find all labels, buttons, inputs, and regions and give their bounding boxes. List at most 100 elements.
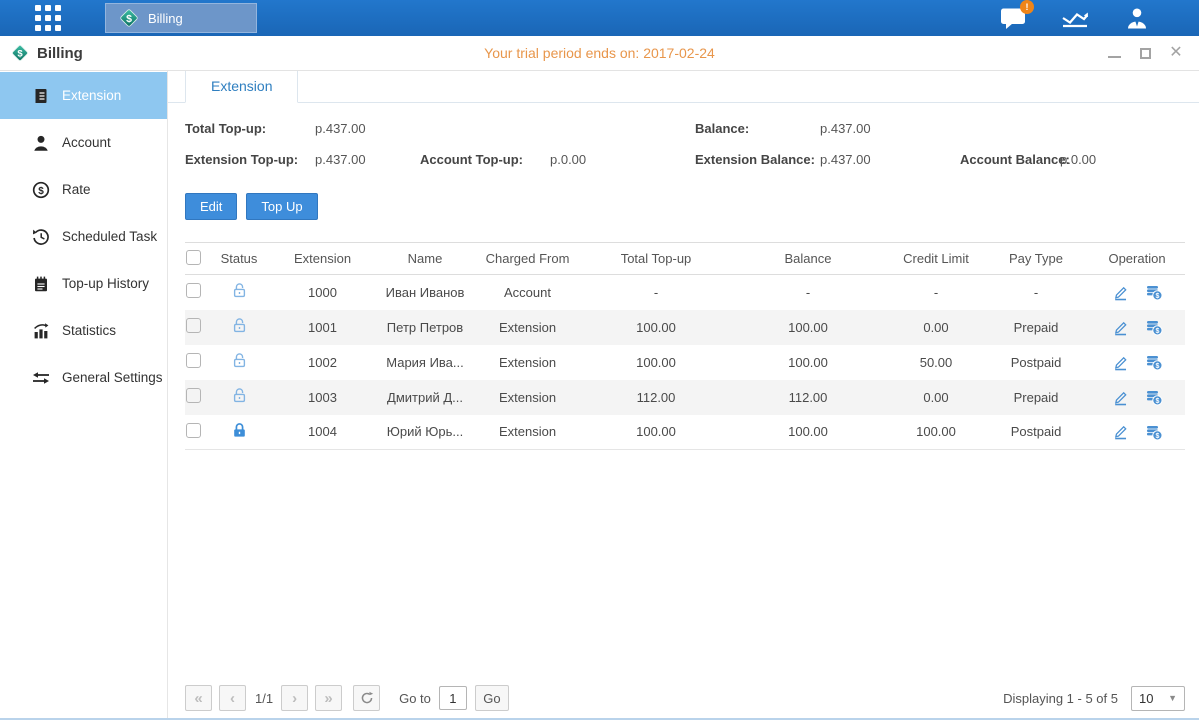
cell-charged-from: Extension xyxy=(470,310,585,345)
tab-extension[interactable]: Extension xyxy=(185,71,298,103)
taskbar-billing-app[interactable]: $ Billing xyxy=(105,3,257,33)
sidebar-item-label: Statistics xyxy=(62,323,116,338)
edit-icon[interactable] xyxy=(1112,354,1129,371)
cell-name: Мария Ива... xyxy=(380,345,470,380)
cell-pay-type: - xyxy=(983,275,1089,310)
unlocked-icon xyxy=(231,282,248,299)
page-size-select[interactable]: 10 ▼ xyxy=(1131,686,1185,711)
first-page-button[interactable]: « xyxy=(185,685,212,711)
column-header-total-topup: Total Top-up xyxy=(585,243,727,275)
row-checkbox[interactable] xyxy=(186,353,201,368)
sidebar-item-account[interactable]: Account xyxy=(0,119,167,166)
topup-history-icon xyxy=(32,275,50,293)
extension-topup-value: p.437.00 xyxy=(315,152,366,167)
go-button[interactable]: Go xyxy=(475,685,509,711)
top-up-icon[interactable]: $ xyxy=(1145,353,1163,371)
maximize-icon[interactable] xyxy=(1138,46,1152,60)
cell-name: Иван Иванов xyxy=(380,275,470,310)
svg-text:$: $ xyxy=(1155,328,1159,335)
svg-text:$: $ xyxy=(1155,398,1159,405)
sidebar-item-topup-history[interactable]: Top-up History xyxy=(0,260,167,307)
svg-text:$: $ xyxy=(17,48,23,59)
top-up-icon[interactable]: $ xyxy=(1145,318,1163,336)
system-topbar: $ Billing ! xyxy=(0,0,1199,36)
cell-extension: 1001 xyxy=(265,310,380,345)
extension-balance-label: Extension Balance: xyxy=(695,152,815,167)
row-checkbox[interactable] xyxy=(186,318,201,333)
column-header-extension: Extension xyxy=(265,243,380,275)
prev-page-button[interactable]: ‹ xyxy=(219,685,246,711)
table-row: 1000 Иван Иванов Account - - - - $ xyxy=(185,275,1185,310)
row-checkbox[interactable] xyxy=(186,388,201,403)
top-up-icon[interactable]: $ xyxy=(1145,283,1163,301)
edit-icon[interactable] xyxy=(1112,284,1129,301)
top-up-icon[interactable]: $ xyxy=(1145,423,1163,441)
cell-credit-limit: 50.00 xyxy=(889,345,983,380)
cell-pay-type: Prepaid xyxy=(983,380,1089,415)
sidebar-item-statistics[interactable]: Statistics xyxy=(0,307,167,354)
sidebar-item-rate[interactable]: $ Rate xyxy=(0,166,167,213)
account-icon xyxy=(32,134,50,152)
page-size-value: 10 xyxy=(1139,691,1153,706)
row-checkbox[interactable] xyxy=(186,283,201,298)
sidebar-item-label: Extension xyxy=(62,88,121,103)
user-icon[interactable] xyxy=(1123,5,1151,31)
page-indicator: 1/1 xyxy=(255,691,273,706)
column-header-credit-limit: Credit Limit xyxy=(889,243,983,275)
monitor-chart-icon[interactable] xyxy=(1061,5,1089,31)
main-content: Extension Total Top-up: p.437.00 Balance… xyxy=(168,71,1199,719)
cell-total-topup: 112.00 xyxy=(585,380,727,415)
notification-badge: ! xyxy=(1020,0,1034,14)
edit-icon[interactable] xyxy=(1112,423,1129,440)
top-up-button[interactable]: Top Up xyxy=(246,193,317,220)
cell-extension: 1003 xyxy=(265,380,380,415)
cell-credit-limit: - xyxy=(889,275,983,310)
cell-name: Петр Петров xyxy=(380,310,470,345)
column-header-status: Status xyxy=(213,243,265,275)
minimize-icon[interactable] xyxy=(1107,46,1121,60)
scheduled-task-icon xyxy=(32,228,50,246)
table-header-row: Status Extension Name Charged From Total… xyxy=(185,243,1185,275)
goto-page-input[interactable] xyxy=(439,686,467,710)
column-header-name: Name xyxy=(380,243,470,275)
cell-pay-type: Postpaid xyxy=(983,415,1089,450)
table-row: 1002 Мария Ива... Extension 100.00 100.0… xyxy=(185,345,1185,380)
close-icon[interactable]: ✕ xyxy=(1169,46,1183,60)
extension-table: Status Extension Name Charged From Total… xyxy=(185,242,1185,450)
row-checkbox[interactable] xyxy=(186,423,201,438)
sidebar-item-extension[interactable]: Extension xyxy=(0,72,167,119)
account-topup-label: Account Top-up: xyxy=(420,152,523,167)
cell-balance: 100.00 xyxy=(727,310,889,345)
cell-charged-from: Extension xyxy=(470,415,585,450)
next-page-button[interactable]: › xyxy=(281,685,308,711)
select-all-checkbox[interactable] xyxy=(186,250,201,265)
refresh-button[interactable] xyxy=(353,685,380,711)
billing-diamond-icon: $ xyxy=(118,7,140,29)
edit-icon[interactable] xyxy=(1112,319,1129,336)
window-title: Billing xyxy=(37,45,83,62)
refresh-icon xyxy=(360,691,374,705)
top-up-icon[interactable]: $ xyxy=(1145,388,1163,406)
sidebar-item-general-settings[interactable]: General Settings xyxy=(0,354,167,401)
last-page-button[interactable]: » xyxy=(315,685,342,711)
sidebar-item-scheduled-task[interactable]: Scheduled Task xyxy=(0,213,167,260)
cell-pay-type: Postpaid xyxy=(983,345,1089,380)
cell-total-topup: 100.00 xyxy=(585,310,727,345)
general-settings-icon xyxy=(32,369,50,387)
edit-button[interactable]: Edit xyxy=(185,193,237,220)
sidebar-item-label: Scheduled Task xyxy=(62,229,157,244)
balance-value: p.437.00 xyxy=(820,121,871,136)
cell-credit-limit: 0.00 xyxy=(889,380,983,415)
app-launcher-icon[interactable] xyxy=(35,5,61,31)
messages-icon[interactable]: ! xyxy=(999,5,1027,31)
cell-name: Юрий Юрь... xyxy=(380,415,470,450)
edit-icon[interactable] xyxy=(1112,389,1129,406)
cell-total-topup: - xyxy=(585,275,727,310)
sidebar-item-label: Rate xyxy=(62,182,91,197)
cell-charged-from: Extension xyxy=(470,380,585,415)
cell-total-topup: 100.00 xyxy=(585,415,727,450)
cell-total-topup: 100.00 xyxy=(585,345,727,380)
cell-balance: - xyxy=(727,275,889,310)
cell-balance: 112.00 xyxy=(727,380,889,415)
extension-topup-label: Extension Top-up: xyxy=(185,152,298,167)
